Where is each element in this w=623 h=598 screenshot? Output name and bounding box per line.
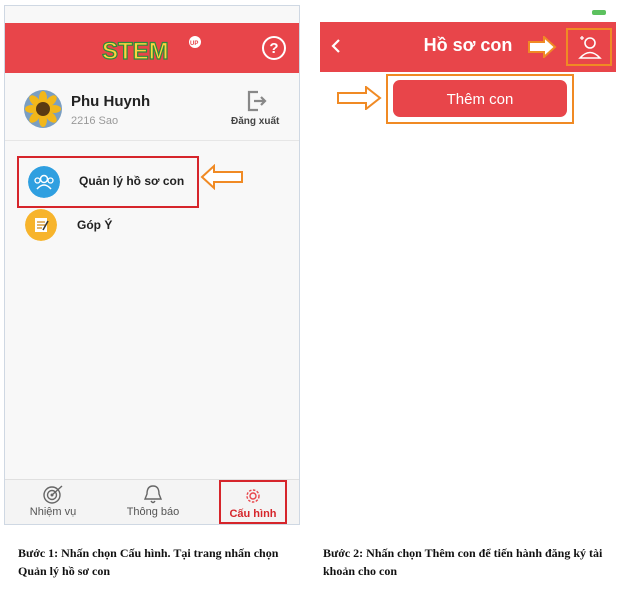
- arrow-right-icon: [337, 86, 382, 110]
- tab-settings[interactable]: Cấu hình: [219, 480, 287, 524]
- app-header: STEM UP ?: [5, 23, 299, 73]
- add-child-highlight: [566, 28, 612, 66]
- svg-text:UP: UP: [190, 41, 198, 47]
- bottom-tab-bar: Nhiệm vụ Thông báo Cấu hình: [5, 479, 299, 524]
- step1-caption: Bước 1: Nhấn chọn Cấu hình. Tại trang nh…: [18, 546, 279, 578]
- profile-name: Phu Huynh: [71, 93, 151, 110]
- arrow-right-icon: [528, 36, 557, 58]
- menu-item-manage-children[interactable]: Quản lý hồ sơ con: [17, 156, 199, 208]
- logout-icon[interactable]: [245, 89, 267, 113]
- right-phone-screen: Hồ sơ con Thêm con: [320, 5, 616, 523]
- target-icon: [43, 485, 63, 504]
- notepad-icon: [25, 209, 57, 241]
- bell-icon: [143, 485, 163, 504]
- people-icon: [28, 166, 60, 198]
- menu-item-label: Quản lý hồ sơ con: [79, 174, 185, 188]
- menu-item-label: Góp Ý: [77, 218, 113, 232]
- help-circle-icon[interactable]: ?: [261, 35, 287, 61]
- battery-indicator: [592, 10, 606, 15]
- divider: [5, 140, 299, 141]
- gear-icon: [246, 489, 260, 503]
- add-child-highlight-box: Thêm con: [386, 74, 574, 124]
- left-phone-screen: STEM UP ? Phu Huynh 2216 Sao Đăng xuất Q…: [4, 5, 300, 525]
- logout-label[interactable]: Đăng xuất: [231, 116, 279, 127]
- tab-label: Cấu hình: [229, 508, 277, 520]
- add-child-button[interactable]: Thêm con: [393, 80, 567, 117]
- svg-text:?: ?: [269, 40, 278, 57]
- tab-label: Nhiệm vụ: [29, 506, 77, 518]
- menu-item-feedback[interactable]: Góp Ý: [17, 204, 197, 246]
- step2-caption: Bước 2: Nhấn chọn Thêm con để tiến hành …: [323, 546, 603, 578]
- user-add-icon[interactable]: [577, 34, 603, 60]
- stem-logo: STEM UP: [101, 36, 201, 65]
- tab-missions[interactable]: Nhiệm vụ: [13, 480, 93, 524]
- profile-section: Phu Huynh 2216 Sao Đăng xuất: [5, 74, 299, 132]
- profile-score: 2216 Sao: [71, 115, 119, 127]
- arrow-left-icon: [200, 164, 243, 190]
- app-header: Hồ sơ con: [320, 22, 616, 72]
- tab-label: Thông báo: [126, 506, 180, 518]
- tab-notifications[interactable]: Thông báo: [113, 480, 193, 524]
- svg-text:STEM: STEM: [102, 38, 169, 65]
- avatar: [24, 90, 62, 128]
